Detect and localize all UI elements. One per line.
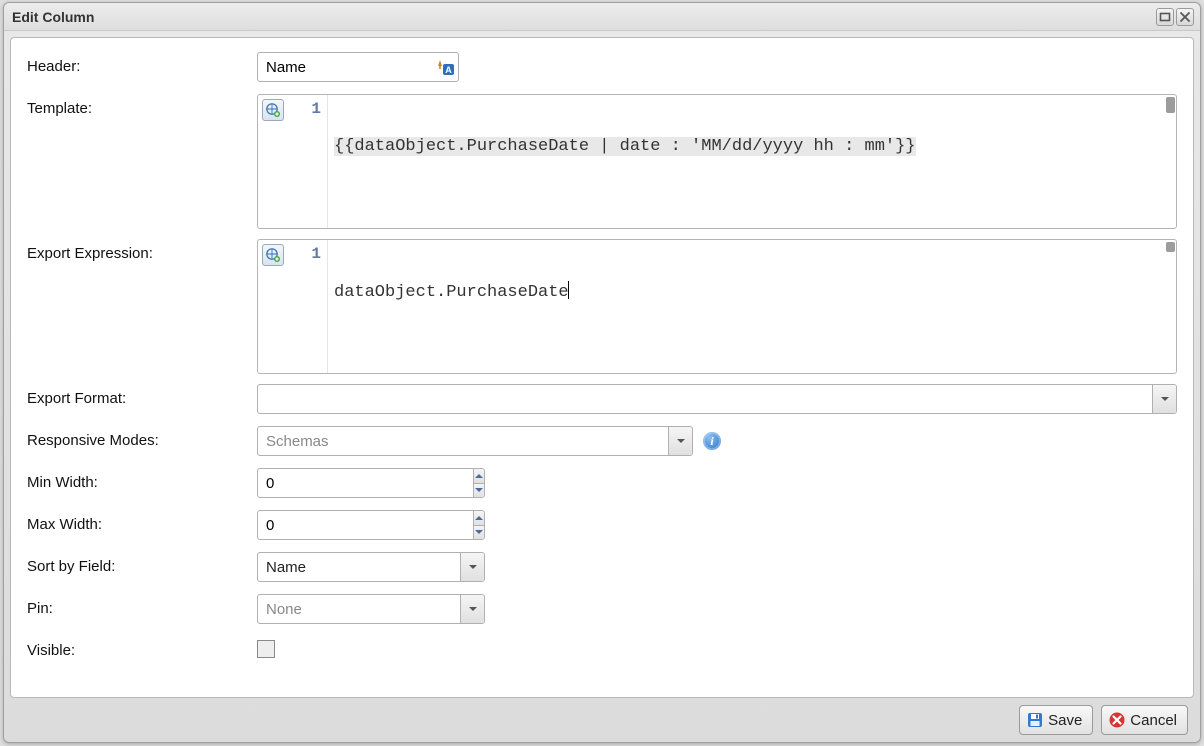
export-format-label: Export Format: bbox=[27, 384, 257, 407]
visible-checkbox[interactable] bbox=[257, 640, 275, 658]
export-expression-gutter: 1 bbox=[258, 240, 328, 373]
header-label: Header: bbox=[27, 52, 257, 75]
responsive-modes-select[interactable]: Schemas bbox=[257, 426, 693, 456]
chevron-down-icon bbox=[474, 487, 484, 493]
cancel-button-label: Cancel bbox=[1130, 712, 1177, 729]
max-width-input[interactable] bbox=[258, 511, 473, 539]
template-editor[interactable]: 1 {{dataObject.PurchaseDate | date : 'MM… bbox=[257, 94, 1177, 229]
dropdown-button[interactable] bbox=[668, 427, 692, 455]
chevron-down-icon bbox=[1160, 394, 1170, 404]
spin-down-button[interactable] bbox=[474, 484, 484, 498]
export-expression-label: Export Expression: bbox=[27, 239, 257, 262]
spin-up-button[interactable] bbox=[474, 469, 484, 484]
insert-field-button[interactable] bbox=[262, 244, 284, 266]
chevron-down-icon bbox=[468, 604, 478, 614]
edit-column-dialog: Edit Column Header: A Template: bbox=[3, 2, 1201, 743]
export-expression-code-text: dataObject.PurchaseDate bbox=[334, 283, 569, 302]
max-width-spinner[interactable] bbox=[257, 510, 485, 540]
localize-icon[interactable]: A bbox=[436, 57, 456, 77]
save-button[interactable]: Save bbox=[1019, 705, 1093, 735]
pin-label: Pin: bbox=[27, 594, 257, 617]
spin-down-button[interactable] bbox=[474, 526, 484, 540]
dialog-body: Header: A Template: 1 bbox=[10, 37, 1194, 698]
pin-value: None bbox=[258, 601, 460, 618]
chevron-down-icon bbox=[676, 436, 686, 446]
scrollbar-thumb[interactable] bbox=[1166, 242, 1175, 252]
sort-by-field-select[interactable]: Name bbox=[257, 552, 485, 582]
export-format-select[interactable] bbox=[257, 384, 1177, 414]
chevron-down-icon bbox=[474, 529, 484, 535]
close-button[interactable] bbox=[1176, 8, 1194, 26]
dropdown-button[interactable] bbox=[460, 595, 484, 623]
sort-by-field-value: Name bbox=[258, 559, 460, 576]
dropdown-button[interactable] bbox=[460, 553, 484, 581]
cancel-icon bbox=[1108, 711, 1126, 729]
max-width-label: Max Width: bbox=[27, 510, 257, 533]
min-width-label: Min Width: bbox=[27, 468, 257, 491]
dialog-footer: Save Cancel bbox=[4, 698, 1200, 742]
globe-plus-icon bbox=[266, 248, 280, 262]
dropdown-button[interactable] bbox=[1152, 385, 1176, 413]
save-icon bbox=[1026, 711, 1044, 729]
responsive-modes-placeholder: Schemas bbox=[258, 433, 668, 450]
chevron-up-icon bbox=[474, 515, 484, 521]
export-expression-code-area[interactable]: dataObject.PurchaseDate bbox=[328, 240, 1176, 373]
sort-by-field-label: Sort by Field: bbox=[27, 552, 257, 575]
cancel-button[interactable]: Cancel bbox=[1101, 705, 1188, 735]
close-icon bbox=[1179, 11, 1191, 23]
visible-label: Visible: bbox=[27, 636, 257, 659]
spin-up-button[interactable] bbox=[474, 511, 484, 526]
chevron-up-icon bbox=[474, 473, 484, 479]
maximize-button[interactable] bbox=[1156, 8, 1174, 26]
insert-field-button[interactable] bbox=[262, 99, 284, 121]
text-caret bbox=[568, 281, 569, 299]
maximize-icon bbox=[1159, 11, 1171, 23]
min-width-spinner[interactable] bbox=[257, 468, 485, 498]
template-gutter: 1 bbox=[258, 95, 328, 228]
responsive-modes-label: Responsive Modes: bbox=[27, 426, 257, 449]
template-label: Template: bbox=[27, 94, 257, 117]
titlebar: Edit Column bbox=[4, 3, 1200, 31]
header-input[interactable] bbox=[257, 52, 459, 82]
info-icon[interactable]: i bbox=[703, 432, 721, 450]
save-button-label: Save bbox=[1048, 712, 1082, 729]
svg-text:A: A bbox=[445, 65, 452, 75]
pin-select[interactable]: None bbox=[257, 594, 485, 624]
scrollbar-thumb[interactable] bbox=[1166, 97, 1175, 113]
template-code-text: {{dataObject.PurchaseDate | date : 'MM/d… bbox=[334, 137, 916, 156]
min-width-input[interactable] bbox=[258, 469, 473, 497]
template-line-number: 1 bbox=[311, 100, 321, 118]
chevron-down-icon bbox=[468, 562, 478, 572]
export-expression-line-number: 1 bbox=[311, 245, 321, 263]
dialog-title: Edit Column bbox=[10, 9, 1154, 25]
template-code-area[interactable]: {{dataObject.PurchaseDate | date : 'MM/d… bbox=[328, 95, 1176, 228]
globe-plus-icon bbox=[266, 103, 280, 117]
export-expression-editor[interactable]: 1 dataObject.PurchaseDate bbox=[257, 239, 1177, 374]
